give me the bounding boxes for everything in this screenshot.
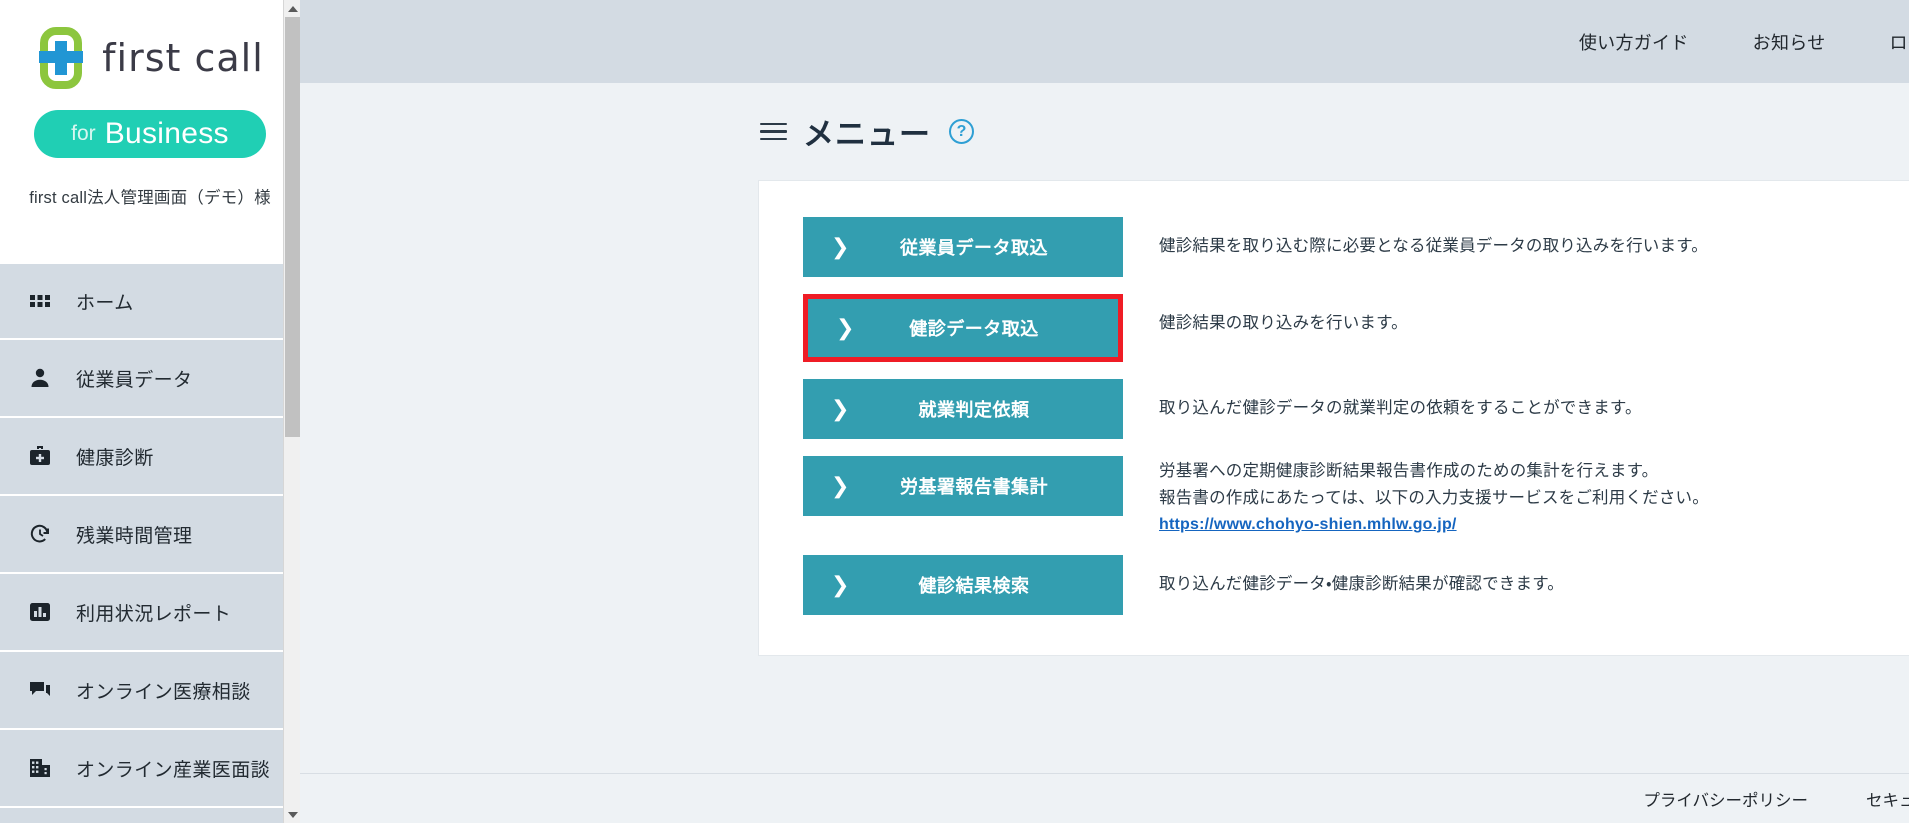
menu-button-employee-data-import[interactable]: ❯ 従業員データ取込 <box>803 217 1123 277</box>
menu-row: ❯ 健診結果検索 取り込んだ健診データ・健康診断結果が確認できます。 <box>759 555 1909 616</box>
chevron-right-icon: ❯ <box>836 315 855 340</box>
main-area: 使い方ガイド お知らせ ログアウト メニュー ? ❯ 従業員データ取込 <box>300 0 1909 823</box>
menu-description-line: 取り込んだ健診データの就業判定の依頼をすることができます。 <box>1159 399 1642 417</box>
menu-button-health-checkup-data-import[interactable]: ❯ 健診データ取込 <box>808 299 1118 357</box>
menu-description: 取り込んだ健診データの就業判定の依頼をすることができます。 <box>1123 379 1642 422</box>
sidebar-item-label: オンライン医療相談 <box>76 681 251 703</box>
first-call-logo-icon <box>36 27 92 89</box>
menu-button-labor-standards-report-aggregation[interactable]: ❯ 労基署報告書集計 <box>803 456 1123 516</box>
sidebar-scrollbar-thumb[interactable] <box>285 17 300 437</box>
sidebar-item-health-checkup[interactable]: 健康診断 <box>0 418 300 496</box>
chevron-right-icon: ❯ <box>831 572 850 598</box>
help-icon[interactable]: ? <box>949 119 974 144</box>
sidebar-item-online-medical-consultation[interactable]: オンライン医療相談 <box>0 652 300 730</box>
menu-button-label: 健診データ取込 <box>909 319 1039 339</box>
menu-button-label: 労基署報告書集計 <box>900 477 1048 497</box>
application-window: first call for Business first call法人管理画面… <box>0 0 1909 823</box>
scroll-up-arrow-icon[interactable] <box>284 0 301 17</box>
header-link-notices[interactable]: お知らせ <box>1753 29 1826 55</box>
header-link-usage-guide[interactable]: 使い方ガイド <box>1579 29 1689 55</box>
sidebar: first call for Business first call法人管理画面… <box>0 0 301 823</box>
menu-button-wrapper: ❯ 労基署報告書集計 <box>803 456 1123 516</box>
footer-link-privacy-policy[interactable]: プライバシーポリシー <box>1643 787 1808 811</box>
person-icon <box>26 364 54 392</box>
badge-for-label: for <box>71 122 96 145</box>
sidebar-navigation: ホーム 従業員データ 健康診断 残業時間管理 利用状況レポート オンライン医療相… <box>0 262 300 808</box>
menu-button-wrapper: ❯ 就業判定依頼 <box>803 379 1123 439</box>
brand-name: first call <box>102 36 264 80</box>
header-link-logout[interactable]: ログアウト <box>1890 29 1909 55</box>
chevron-right-icon: ❯ <box>831 473 850 498</box>
menu-button-wrapper-highlighted: ❯ 健診データ取込 <box>803 294 1123 362</box>
medical-bag-icon <box>26 442 54 470</box>
menu-button-label: 健診結果検索 <box>918 576 1030 597</box>
sidebar-item-home[interactable]: ホーム <box>0 262 300 340</box>
sidebar-item-overtime-management[interactable]: 残業時間管理 <box>0 496 300 574</box>
menu-description-line: 労基署への定期健康診断結果報告書作成のための集計を行えます。 <box>1159 462 1659 480</box>
menu-button-wrapper: ❯ 従業員データ取込 <box>803 217 1123 277</box>
sidebar-logo-area: first call for Business first call法人管理画面… <box>0 0 300 262</box>
sidebar-item-label: ホーム <box>76 292 134 314</box>
chat-bubbles-icon <box>26 676 54 704</box>
menu-row: ❯ 健診データ取込 健診結果の取り込みを行います。 <box>759 294 1909 362</box>
page-title: メニュー <box>803 117 931 152</box>
sidebar-item-label: オンライン産業医面談 <box>76 759 271 781</box>
footer: プライバシーポリシー セキュリティ方針 <box>300 773 1909 823</box>
chohyo-shien-link[interactable]: https://www.chohyo-shien.mhlw.go.jp/ <box>1159 516 1457 533</box>
sidebar-item-employee-data[interactable]: 従業員データ <box>0 340 300 418</box>
badge-business-label: Business <box>104 117 229 150</box>
menu-button-label: 就業判定依頼 <box>918 400 1030 420</box>
content-scroll-region: メニュー ? ❯ 従業員データ取込 健診結果を取り込む際に必要となる従業員データ… <box>300 83 1909 773</box>
menu-row: ❯ 従業員データ取込 健診結果を取り込む際に必要となる従業員データの取り込みを行… <box>759 217 1909 277</box>
grid-icon <box>26 287 54 315</box>
sidebar-item-label: 利用状況レポート <box>76 603 232 625</box>
hamburger-menu-icon[interactable] <box>760 122 787 141</box>
chevron-right-icon: ❯ <box>831 234 850 259</box>
building-icon <box>26 754 54 782</box>
scroll-down-arrow-icon[interactable] <box>284 806 301 823</box>
page-header: メニュー ? <box>300 83 1909 154</box>
chevron-right-icon: ❯ <box>831 396 850 421</box>
account-name: first call法人管理画面（デモ）様 <box>29 189 271 207</box>
sidebar-item-label: 残業時間管理 <box>76 525 193 547</box>
menu-button-work-judgment-request[interactable]: ❯ 就業判定依頼 <box>803 379 1123 439</box>
menu-button-health-checkup-result-search[interactable]: ❯ 健診結果検索 <box>803 555 1123 616</box>
menu-description-line: 健診結果の取り込みを行います。 <box>1159 314 1408 332</box>
menu-description: 労基署への定期健康診断結果報告書作成のための集計を行えます。 報告書の作成にあた… <box>1123 456 1709 538</box>
menu-button-wrapper: ❯ 健診結果検索 <box>803 555 1123 616</box>
for-business-badge: for Business <box>34 110 266 158</box>
sidebar-item-online-occupational-physician-interview[interactable]: オンライン産業医面談 <box>0 730 300 808</box>
bar-chart-icon <box>26 598 54 626</box>
menu-description-line: 健診結果を取り込む際に必要となる従業員データの取り込みを行います。 <box>1159 237 1708 255</box>
menu-description-line: 報告書の作成にあたっては、以下の入力支援サービスをご利用ください。 <box>1159 488 1709 507</box>
sidebar-item-usage-report[interactable]: 利用状況レポート <box>0 574 300 652</box>
menu-description: 取り込んだ健診データ・健康診断結果が確認できます。 <box>1123 555 1564 598</box>
menu-button-label: 従業員データ取込 <box>900 238 1048 258</box>
menu-row: ❯ 労基署報告書集計 労基署への定期健康診断結果報告書作成のための集計を行えます… <box>759 456 1909 538</box>
menu-description-line: 取り込んだ健診データ・健康診断結果が確認できます。 <box>1159 575 1564 594</box>
sidebar-item-label: 健康診断 <box>76 447 154 469</box>
brand-logo[interactable]: first call <box>0 18 300 98</box>
menu-description: 健診結果の取り込みを行います。 <box>1123 294 1408 337</box>
menu-row: ❯ 就業判定依頼 取り込んだ健診データの就業判定の依頼をすることができます。 <box>759 379 1909 439</box>
menu-card: ❯ 従業員データ取込 健診結果を取り込む際に必要となる従業員データの取り込みを行… <box>758 180 1909 657</box>
top-header: 使い方ガイド お知らせ ログアウト <box>300 0 1909 83</box>
sidebar-scrollbar[interactable] <box>283 0 301 823</box>
menu-description: 健診結果を取り込む際に必要となる従業員データの取り込みを行います。 <box>1123 217 1708 260</box>
clock-refresh-icon <box>26 520 54 548</box>
footer-link-security-policy[interactable]: セキュリティ方針 <box>1866 787 1909 811</box>
sidebar-item-label: 従業員データ <box>76 369 193 391</box>
